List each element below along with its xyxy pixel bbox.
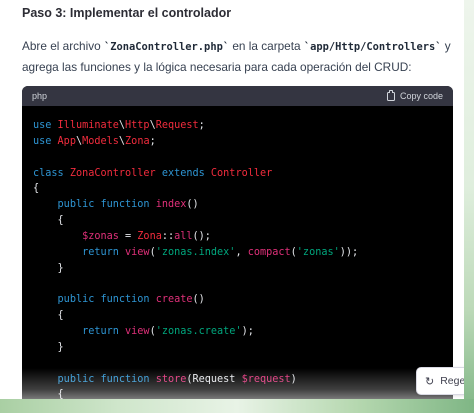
background-foliage-right: [464, 0, 474, 413]
code-token: Controller: [210, 167, 273, 179]
code-token: extends: [161, 167, 211, 179]
code-line: {: [33, 181, 453, 197]
code-line: {: [33, 213, 453, 229]
code-token: Zona: [137, 230, 162, 242]
paragraph-text-2: en la carpeta: [229, 39, 304, 53]
code-token: (): [186, 199, 199, 211]
code-line: return view('zonas.index', compact('zona…: [33, 245, 453, 261]
code-language-label: php: [32, 91, 48, 101]
code-token: all: [174, 230, 193, 242]
code-token: class: [33, 167, 70, 179]
code-line: $zonas = Zona::all();: [33, 229, 453, 245]
code-line: use Illuminate\Http\Request;: [33, 118, 453, 134]
inline-code-folder: `app/Http/Controllers`: [303, 41, 442, 53]
code-line: }: [33, 261, 453, 277]
code-token: =: [118, 230, 138, 242]
code-token: }: [33, 341, 64, 353]
code-line: class ZonaController extends Controller: [33, 166, 453, 182]
code-line: }: [33, 340, 453, 356]
code-line: return view('zonas.create');: [33, 324, 453, 340]
refresh-icon: ↻: [425, 375, 435, 388]
instruction-paragraph: Abre el archivo `ZonaController.php` en …: [22, 36, 458, 77]
code-token: $zonas: [82, 230, 119, 242]
code-token: ): [290, 373, 297, 385]
code-token: use: [33, 120, 58, 131]
inline-code-filename: `ZonaController.php`: [103, 41, 230, 53]
code-token: Http: [125, 120, 150, 131]
code-token: );: [241, 325, 254, 337]
code-token: {: [33, 310, 64, 322]
code-token: view: [125, 246, 150, 258]
code-token: 'zonas.index': [155, 246, 236, 258]
code-token: ZonaController: [69, 167, 162, 179]
code-content[interactable]: use Illuminate\Http\Request; use App\Mode…: [22, 106, 453, 400]
code-token: ,: [235, 246, 248, 258]
code-token: 'zonas': [296, 246, 340, 258]
code-line: public function index(): [33, 197, 453, 213]
code-token: use: [33, 135, 58, 147]
code-token: {: [33, 183, 40, 195]
code-token: Request: [155, 120, 199, 131]
code-token: {: [33, 215, 64, 227]
code-token: }: [33, 262, 64, 274]
code-token: 'zonas.create': [155, 325, 242, 337]
chat-message: Paso 3: Implementar el controlador Abre …: [0, 0, 464, 400]
paragraph-text-1: Abre el archivo: [22, 39, 104, 53]
code-token: ;: [149, 135, 156, 147]
code-line: use App\Models\Zona;: [33, 134, 453, 150]
code-token: return: [82, 325, 126, 337]
code-token: public function: [57, 373, 156, 385]
code-token: ::: [161, 230, 175, 242]
code-token: index: [155, 199, 187, 211]
code-token: ));: [339, 246, 359, 258]
code-token: Illuminate: [57, 120, 119, 131]
code-line: {: [33, 308, 453, 324]
code-token: public function: [57, 199, 156, 211]
code-block: php Copy code use Illuminate\Http\Reques…: [22, 86, 453, 400]
code-token: (): [192, 294, 205, 306]
code-token: view: [125, 325, 150, 337]
code-token: compact: [247, 246, 291, 258]
code-token: ();: [192, 230, 211, 242]
code-token: public function: [57, 294, 156, 306]
step-heading: Paso 3: Implementar el controlador: [22, 6, 232, 20]
code-token: ;: [198, 120, 205, 131]
code-token: App: [57, 135, 76, 147]
copy-code-label: Copy code: [399, 91, 443, 101]
background-foliage-bottom: [0, 399, 474, 413]
code-token: (Request: [186, 373, 242, 385]
code-line: public function create(): [33, 292, 453, 308]
code-token: Models: [82, 135, 119, 147]
copy-code-button[interactable]: Copy code: [386, 89, 443, 101]
code-token: create: [155, 294, 193, 306]
code-line: public function store(Request $request): [33, 372, 453, 388]
code-block-header: php Copy code: [22, 86, 453, 106]
clipboard-icon: [386, 89, 395, 101]
code-token: return: [82, 246, 126, 258]
code-token: store: [155, 373, 187, 385]
code-token: $request: [241, 373, 291, 385]
code-token: Zona: [125, 135, 150, 147]
